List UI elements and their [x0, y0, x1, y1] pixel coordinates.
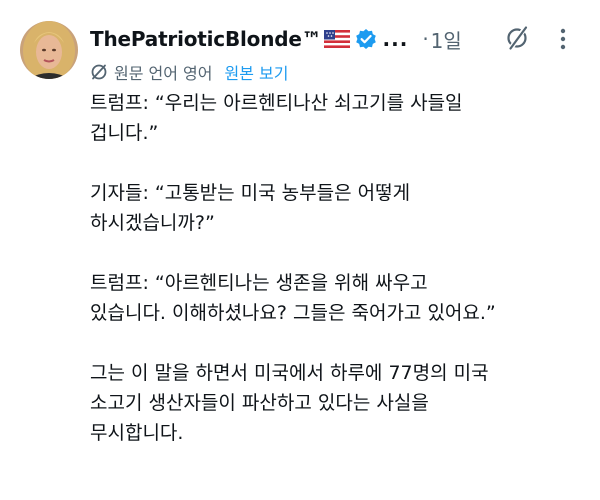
translate-icon: [90, 63, 108, 81]
post-text-line: 트럼프: “우리는 아르헨티나산 쇠고기를 사들일: [90, 92, 463, 114]
post-text-line: 하시겠습니까?”: [90, 212, 215, 234]
separator-dot: ·: [422, 27, 429, 51]
post-text-line: 그는 이 말을 하면서 미국에서 하루에 77명의 미국: [90, 362, 489, 384]
author-display-name[interactable]: ThePatrioticBlonde™: [90, 27, 322, 51]
post-text-line: 무시합니다.: [90, 422, 184, 444]
avatar-image: [20, 21, 78, 79]
name-truncation-ellipsis: ...: [382, 27, 409, 51]
post-text-line: 기자들: “고통받는 미국 농부들은 어떻게: [90, 182, 411, 204]
post-text-line: 있습니다. 이해하셨나요? 그들은 죽어가고 있어요.”: [90, 302, 496, 324]
post-paragraph: 그는 이 말을 하면서 미국에서 하루에 77명의 미국 소고기 생산자들이 파…: [90, 358, 585, 448]
post-body: 트럼프: “우리는 아르헨티나산 쇠고기를 사들일 겁니다.” 기자들: “고통…: [90, 88, 585, 478]
post-header: ThePatrioticBlonde™ ... · 1일: [90, 22, 590, 56]
post-text-line: 겁니다.”: [90, 122, 159, 144]
more-options-icon[interactable]: [550, 26, 576, 52]
post-paragraph: 기자들: “고통받는 미국 농부들은 어떻게 하시겠습니까?”: [90, 178, 585, 238]
post-timestamp[interactable]: 1일: [431, 25, 462, 54]
post: ThePatrioticBlonde™ ... · 1일 원문 언어 영어 원본…: [0, 0, 600, 500]
translation-source-label: 원문 언어 영어: [114, 64, 213, 83]
avatar[interactable]: [20, 21, 78, 79]
post-paragraph: 트럼프: “우리는 아르헨티나산 쇠고기를 사들일 겁니다.”: [90, 88, 585, 148]
post-text-line: 소고기 생산자들이 파산하고 있다는 사실을: [90, 392, 429, 414]
grok-icon[interactable]: [504, 24, 532, 52]
verified-badge-icon: [355, 28, 377, 50]
show-original-link[interactable]: 원본 보기: [225, 60, 289, 84]
translation-notice: 원문 언어 영어 원본 보기: [90, 60, 288, 84]
us-flag-icon: [323, 30, 350, 48]
post-text-line: 트럼프: “아르헨티나는 생존을 위해 싸우고: [90, 272, 428, 294]
post-paragraph: 트럼프: “아르헨티나는 생존을 위해 싸우고 있습니다. 이해하셨나요? 그들…: [90, 268, 585, 328]
